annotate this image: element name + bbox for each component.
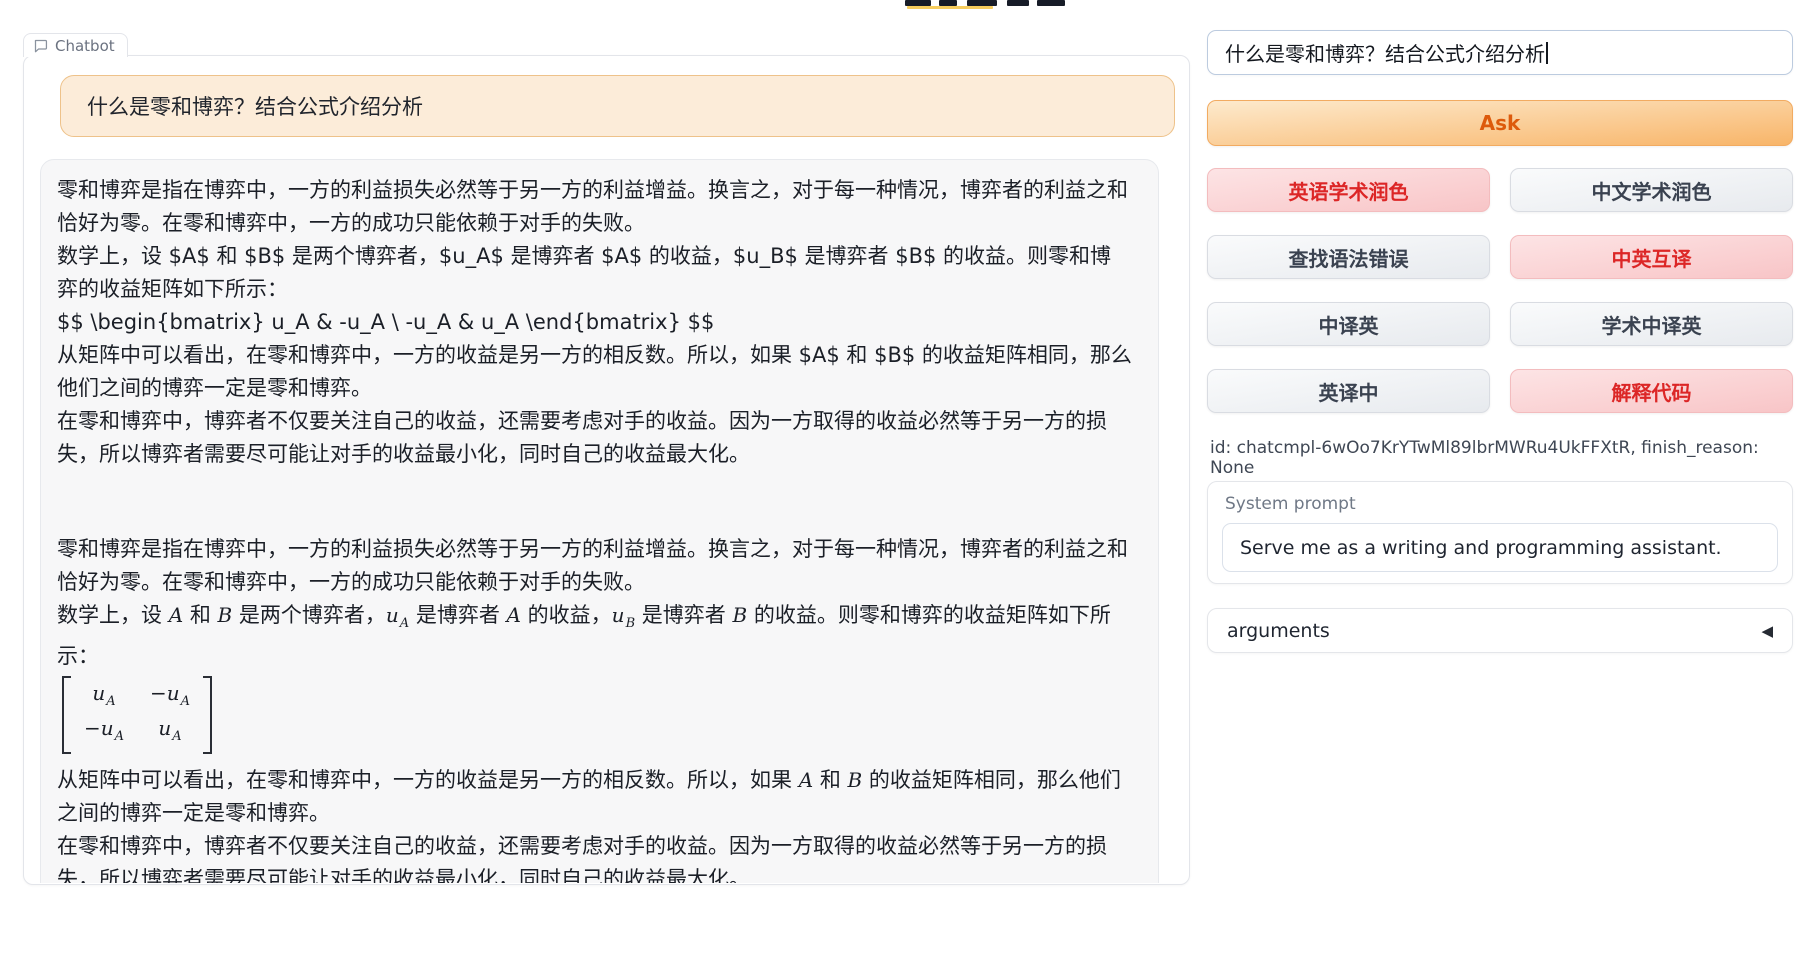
bot-message-bubble: 零和博弈是指在博弈中，一方的利益损失必然等于另一方的利益增益。换言之，对于每一种…	[40, 159, 1159, 883]
button-find-grammar-errors[interactable]: 查找语法错误	[1207, 235, 1490, 279]
accordion-collapsed-icon: ◀	[1761, 622, 1773, 640]
matrix-right-bracket	[203, 676, 212, 754]
math-var: A	[169, 603, 183, 627]
rendered-paragraph-4: 在零和博弈中，博弈者不仅要关注自己的收益，还需要考虑对手的收益。因为一方取得的收…	[57, 830, 1132, 883]
arguments-accordion-label: arguments	[1227, 620, 1330, 642]
raw-paragraph-4: 在零和博弈中，博弈者不仅要关注自己的收益，还需要考虑对手的收益。因为一方取得的收…	[57, 405, 1132, 471]
chat-scroll-area[interactable]: 什么是零和博弈？结合公式介绍分析 零和博弈是指在博弈中，一方的利益损失必然等于另…	[25, 57, 1188, 883]
button-zh-en-mutual-translate[interactable]: 中英互译	[1510, 235, 1793, 279]
question-input[interactable]: 什么是零和博弈？结合公式介绍分析	[1207, 30, 1793, 75]
button-zh-to-en[interactable]: 中译英	[1207, 302, 1490, 346]
math-var: u	[612, 603, 625, 627]
arguments-accordion-header[interactable]: arguments ◀	[1207, 608, 1793, 653]
payoff-matrix: uA −uA −uA uA	[62, 676, 212, 754]
matrix-cell: −uA	[150, 680, 190, 715]
user-message-text: 什么是零和博弈？结合公式介绍分析	[87, 91, 423, 121]
button-explain-code[interactable]: 解释代码	[1510, 369, 1793, 413]
function-button-grid: 英语学术润色 中文学术润色 查找语法错误 中英互译 中译英 学术中译英 英译中 …	[1207, 168, 1793, 413]
rendered-paragraph-3: 从矩阵中可以看出，在零和博弈中，一方的收益是另一方的相反数。所以，如果 A 和 …	[57, 764, 1132, 830]
math-var: B	[848, 768, 863, 792]
math-var: B	[732, 603, 747, 627]
chatbot-panel-label: Chatbot	[23, 33, 128, 57]
system-prompt-label: System prompt	[1225, 494, 1778, 514]
raw-latex-line: $$ \begin{bmatrix} u_A & -u_A \ -u_A & u…	[57, 306, 1132, 339]
system-prompt-group: System prompt Serve me as a writing and …	[1207, 481, 1793, 584]
clipped-page-title	[875, 0, 1155, 9]
chatbot-panel: 什么是零和博弈？结合公式介绍分析 零和博弈是指在博弈中，一方的利益损失必然等于另…	[23, 55, 1190, 885]
button-chinese-academic-polish[interactable]: 中文学术润色	[1510, 168, 1793, 212]
text-cursor	[1546, 42, 1548, 64]
chat-bubble-icon	[33, 38, 48, 53]
bot-answer-raw: 零和博弈是指在博弈中，一方的利益损失必然等于另一方的利益增益。换言之，对于每一种…	[57, 174, 1132, 471]
completion-status-line: id: chatcmpl-6wOo7KrYTwMl89lbrMWRu4UkFFX…	[1210, 438, 1796, 478]
rendered-paragraph-2: 数学上，设 A 和 B 是两个博弈者，uA 是博弈者 A 的收益，uB 是博弈者…	[57, 599, 1132, 673]
button-english-academic-polish[interactable]: 英语学术润色	[1207, 168, 1490, 212]
matrix-left-bracket	[62, 676, 71, 754]
matrix-cell: uA	[150, 715, 190, 750]
bot-answer-rendered: 零和博弈是指在博弈中，一方的利益损失必然等于另一方的利益增益。换言之，对于每一种…	[57, 533, 1132, 883]
math-var: u	[386, 603, 399, 627]
system-prompt-input[interactable]: Serve me as a writing and programming as…	[1222, 523, 1778, 572]
matrix-cell: −uA	[84, 715, 124, 750]
user-message-bubble: 什么是零和博弈？结合公式介绍分析	[60, 75, 1175, 137]
math-var: A	[799, 768, 813, 792]
raw-paragraph-3: 从矩阵中可以看出，在零和博弈中，一方的收益是另一方的相反数。所以，如果 $A$ …	[57, 339, 1132, 405]
raw-paragraph-1: 零和博弈是指在博弈中，一方的利益损失必然等于另一方的利益增益。换言之，对于每一种…	[57, 174, 1132, 240]
matrix-cell: uA	[84, 680, 124, 715]
chatbot-panel-label-text: Chatbot	[55, 37, 115, 55]
question-input-value: 什么是零和博弈？结合公式介绍分析	[1225, 38, 1545, 67]
rendered-paragraph-1: 零和博弈是指在博弈中，一方的利益损失必然等于另一方的利益增益。换言之，对于每一种…	[57, 533, 1132, 599]
math-var: A	[507, 603, 521, 627]
button-academic-zh-to-en[interactable]: 学术中译英	[1510, 302, 1793, 346]
ask-button[interactable]: Ask	[1207, 100, 1793, 146]
raw-paragraph-2: 数学上，设 $A$ 和 $B$ 是两个博弈者，$u_A$ 是博弈者 $A$ 的收…	[57, 240, 1132, 306]
button-en-to-zh[interactable]: 英译中	[1207, 369, 1490, 413]
math-var: B	[218, 603, 233, 627]
